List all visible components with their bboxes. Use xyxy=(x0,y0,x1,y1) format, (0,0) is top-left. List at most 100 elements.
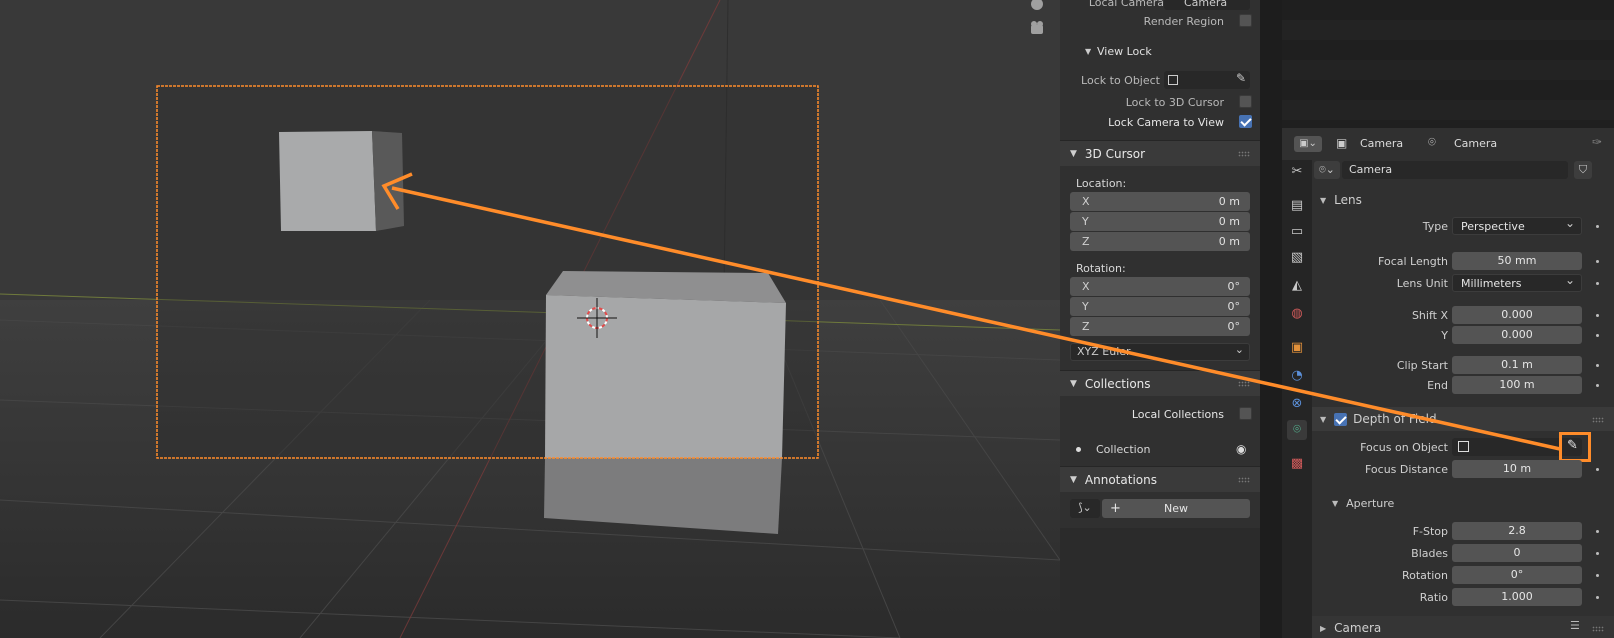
shift-y-row: Y 0.000 xyxy=(1312,326,1614,347)
annotation-layer-icon[interactable]: ⟆⌄ xyxy=(1070,499,1100,518)
cube-large[interactable] xyxy=(544,271,786,534)
keyframe-dot[interactable] xyxy=(1596,334,1599,337)
keyframe-dot[interactable] xyxy=(1596,225,1599,228)
axis-label: X xyxy=(1082,195,1090,208)
cube-small[interactable] xyxy=(279,131,404,231)
drag-grip-icon[interactable] xyxy=(1238,151,1250,157)
keyframe-dot[interactable] xyxy=(1596,530,1599,533)
drag-grip-icon[interactable] xyxy=(1592,626,1604,632)
texture-tab-icon[interactable]: ▩ xyxy=(1287,454,1307,474)
fake-user-shield-icon[interactable]: ⛉ xyxy=(1574,161,1592,179)
constraints-tab-icon[interactable]: ⊗ xyxy=(1287,394,1307,414)
lens-unit-dropdown[interactable]: Millimeters xyxy=(1452,271,1582,292)
cursor-rotation-y[interactable]: Y 0° xyxy=(1070,297,1250,316)
editor-type-icon[interactable]: ▣⌄ xyxy=(1294,136,1322,152)
keyframe-dot[interactable] xyxy=(1596,552,1599,555)
rotation-mode-dropdown[interactable]: XYZ Euler ⌄ xyxy=(1070,343,1250,361)
ratio-label: Ratio xyxy=(1419,591,1448,604)
pin-icon[interactable]: ✑ xyxy=(1592,135,1602,149)
aperture-rotation-field[interactable]: 0° xyxy=(1452,566,1582,584)
eyedropper-icon[interactable]: ✎ xyxy=(1567,438,1578,453)
type-label: Type xyxy=(1422,220,1448,233)
camera-data-icon: ⌾ xyxy=(1428,135,1436,150)
keyframe-dot[interactable] xyxy=(1596,574,1599,577)
object-icon xyxy=(1168,75,1178,85)
3d-viewport[interactable] xyxy=(0,0,1060,638)
clip-start-label: Clip Start xyxy=(1396,359,1448,372)
keyframe-dot[interactable] xyxy=(1596,468,1599,471)
scene-tab-icon[interactable]: ◭ xyxy=(1287,276,1307,296)
annotations-panel-header[interactable]: ▼ Annotations xyxy=(1060,466,1260,492)
list-icon[interactable]: ☰ xyxy=(1570,619,1580,632)
editor-divider[interactable] xyxy=(1260,0,1282,638)
3d-cursor-panel-header[interactable]: ▼ 3D Cursor xyxy=(1060,140,1260,166)
drag-grip-icon[interactable] xyxy=(1238,381,1250,387)
keyframe-dot[interactable] xyxy=(1596,364,1599,367)
cursor-location-x[interactable]: X 0 m xyxy=(1070,192,1250,211)
keyframe-dot[interactable] xyxy=(1596,384,1599,387)
cursor-rotation-z[interactable]: Z 0° xyxy=(1070,317,1250,336)
axis-value: 0 m xyxy=(1218,195,1240,208)
world-tab-icon[interactable]: ◍ xyxy=(1287,304,1307,324)
dof-checkbox[interactable] xyxy=(1334,412,1348,426)
blades-field[interactable]: 0 xyxy=(1452,544,1582,562)
output-tab-icon[interactable]: ▭ xyxy=(1287,222,1307,242)
clip-start-field[interactable]: 0.1 m xyxy=(1452,356,1582,374)
axis-value: 0° xyxy=(1227,320,1241,333)
aperture-rotation-label: Rotation xyxy=(1401,569,1448,582)
cursor-location-z[interactable]: Z 0 m xyxy=(1070,232,1250,251)
keyframe-dot[interactable] xyxy=(1596,282,1599,285)
shift-x-label: Shift X xyxy=(1411,309,1448,322)
view-layer-tab-icon[interactable]: ▧ xyxy=(1287,248,1307,268)
focal-length-field[interactable]: 50 mm xyxy=(1452,252,1582,270)
local-collections-checkbox[interactable] xyxy=(1239,407,1252,420)
ratio-field[interactable]: 1.000 xyxy=(1452,588,1582,606)
view-lock-header[interactable]: ▼ View Lock xyxy=(1060,41,1260,61)
focal-length-row: Focal Length 50 mm xyxy=(1312,252,1614,273)
cursor-location-y[interactable]: Y 0 m xyxy=(1070,212,1250,231)
shift-y-field[interactable]: 0.000 xyxy=(1452,326,1582,344)
dof-title: Depth of Field xyxy=(1353,412,1437,426)
eye-icon[interactable]: ◉ xyxy=(1236,442,1246,456)
object-tab-icon[interactable]: ▣ xyxy=(1287,338,1307,358)
aperture-section-header[interactable]: ▼ Aperture xyxy=(1324,491,1614,515)
viewport-scene xyxy=(0,0,1060,638)
physics-tab-icon[interactable]: ◔ xyxy=(1287,366,1307,386)
shift-y-label: Y xyxy=(1441,329,1448,342)
camera-data-tab-icon[interactable]: ⌾ xyxy=(1287,420,1307,440)
cursor-rotation-x[interactable]: X 0° xyxy=(1070,277,1250,296)
camera-section-header[interactable]: ▶ Camera ☰ xyxy=(1312,616,1614,638)
drag-grip-icon[interactable] xyxy=(1592,417,1604,423)
datablock-browse-icon[interactable]: ⌾⌄ xyxy=(1314,161,1340,179)
lock-to-object-row: Lock to Object ✎ xyxy=(1060,70,1260,90)
render-tab-icon[interactable]: ▤ xyxy=(1287,196,1307,216)
lock-camera-to-view-checkbox[interactable] xyxy=(1239,115,1252,128)
render-region-checkbox[interactable] xyxy=(1239,14,1252,27)
lens-section-header[interactable]: ▼ Lens xyxy=(1312,188,1614,212)
keyframe-dot[interactable] xyxy=(1596,314,1599,317)
lock-to-object-field[interactable]: ✎ xyxy=(1164,71,1250,89)
dof-section-header[interactable]: ▼ Depth of Field xyxy=(1312,407,1614,431)
datablock-row: ⌾⌄ Camera ⛉ xyxy=(1312,158,1614,182)
axis-value: 0° xyxy=(1227,280,1241,293)
axis-label: Z xyxy=(1082,320,1090,333)
collections-panel-header[interactable]: ▼ Collections xyxy=(1060,370,1260,396)
fstop-field[interactable]: 2.8 xyxy=(1452,522,1582,540)
datablock-name-field[interactable]: Camera xyxy=(1342,161,1568,179)
keyframe-dot[interactable] xyxy=(1596,260,1599,263)
eyedropper-icon[interactable]: ✎ xyxy=(1236,71,1246,85)
aperture-rotation-row: Rotation 0° xyxy=(1312,566,1614,587)
lock-to-object-label: Lock to Object xyxy=(1081,73,1160,87)
lock-to-3d-cursor-label: Lock to 3D Cursor xyxy=(1125,95,1224,109)
drag-grip-icon[interactable] xyxy=(1238,477,1250,483)
local-camera-field[interactable]: Camera xyxy=(1164,0,1250,10)
lock-to-3d-cursor-checkbox[interactable] xyxy=(1239,95,1252,108)
tool-tab-icon[interactable]: ✂ xyxy=(1287,162,1307,182)
type-dropdown[interactable]: Perspective xyxy=(1452,214,1582,235)
keyframe-dot[interactable] xyxy=(1596,596,1599,599)
focus-distance-field[interactable]: 10 m xyxy=(1452,460,1582,478)
clip-end-field[interactable]: 100 m xyxy=(1452,376,1582,394)
collection-list-item[interactable]: Collection ◉ xyxy=(1060,439,1260,459)
new-annotation-button[interactable]: + New xyxy=(1102,499,1250,518)
shift-x-field[interactable]: 0.000 xyxy=(1452,306,1582,324)
